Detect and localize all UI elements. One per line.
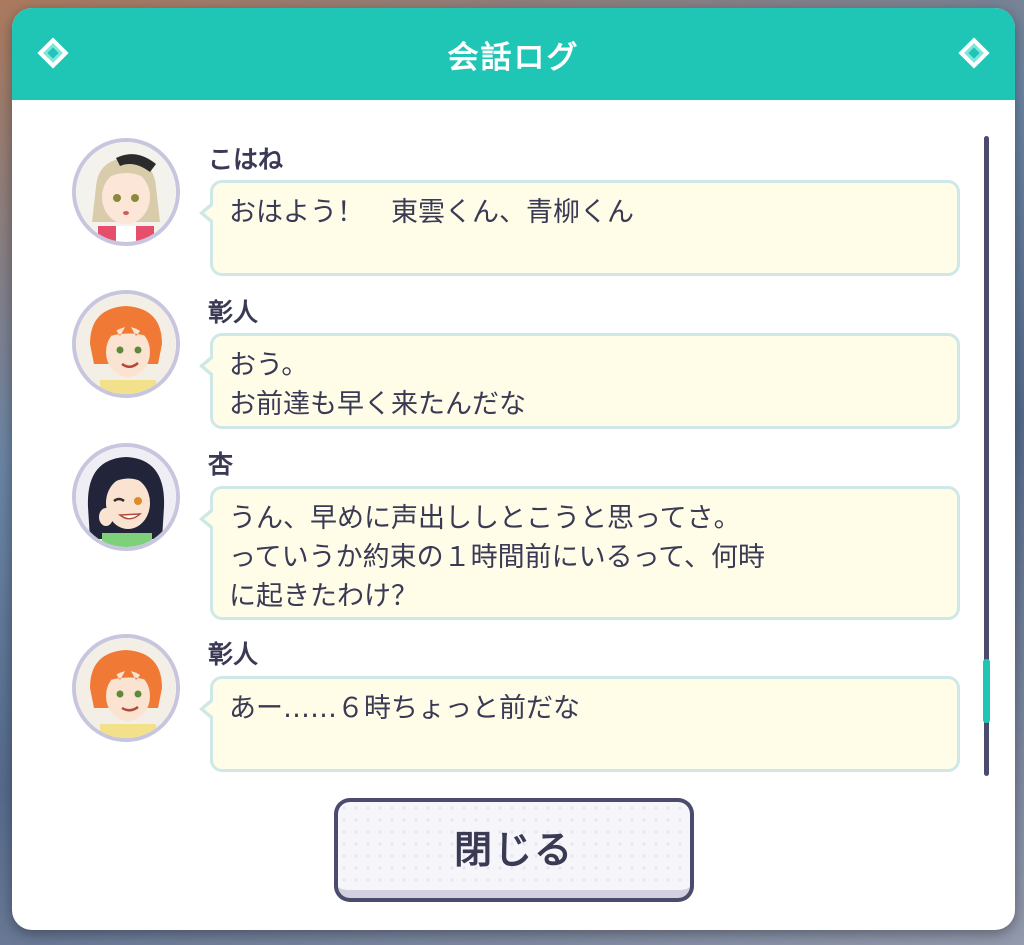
diamond-ornament-icon — [958, 37, 990, 69]
message-line: おう。 — [229, 350, 309, 381]
message-bubble: あー……６時ちょっと前だな — [199, 676, 960, 772]
close-button-face: 閉じる — [338, 802, 690, 898]
message-bubble: おう。 お前達も早く来たんだな — [199, 333, 960, 429]
message-line: に起きたわけ？ — [229, 581, 418, 612]
speaker-name: 彰人 — [208, 298, 259, 327]
avatar-akito — [72, 634, 180, 742]
message-line: うん、早めに声出ししとこうと思ってさ。 — [229, 503, 741, 534]
message-line: おはよう！ 東雲くん、青柳くん — [229, 197, 634, 228]
message-line: お前達も早く来たんだな — [229, 389, 526, 420]
scrollbar-thumb[interactable] — [983, 659, 990, 723]
speaker-name: 彰人 — [208, 640, 259, 669]
avatar-an — [72, 443, 180, 551]
message-line: あー……６時ちょっと前だな — [229, 693, 580, 724]
close-button[interactable]: 閉じる — [334, 798, 694, 902]
diamond-ornament-icon — [37, 37, 69, 69]
dialog-title: 会話ログ — [447, 39, 580, 76]
conversation-log-list[interactable]: こはね おはよう！ 東雲くん、青柳くん 彰人 おう。 お前達も早く来たんだな 杏… — [12, 100, 1015, 790]
dialog-header: 会話ログ — [12, 8, 1015, 100]
close-button-label: 閉じる — [453, 827, 574, 872]
speaker-name: 杏 — [208, 450, 234, 479]
avatar-akito — [72, 290, 180, 398]
speaker-name: こはね — [208, 145, 284, 174]
conversation-log-dialog: 会話ログ こはね おはよう！ 東雲くん、青柳くん 彰人 おう。 お前達も早く来た… — [12, 8, 1015, 930]
message-bubble: おはよう！ 東雲くん、青柳くん — [199, 180, 960, 276]
scrollbar-track[interactable] — [983, 136, 990, 776]
avatar-kohane — [72, 138, 180, 246]
message-bubble: うん、早めに声出ししとこうと思ってさ。 っていうか約束の１時間前にいるって、何時… — [199, 486, 960, 620]
message-line: っていうか約束の１時間前にいるって、何時 — [229, 542, 765, 573]
